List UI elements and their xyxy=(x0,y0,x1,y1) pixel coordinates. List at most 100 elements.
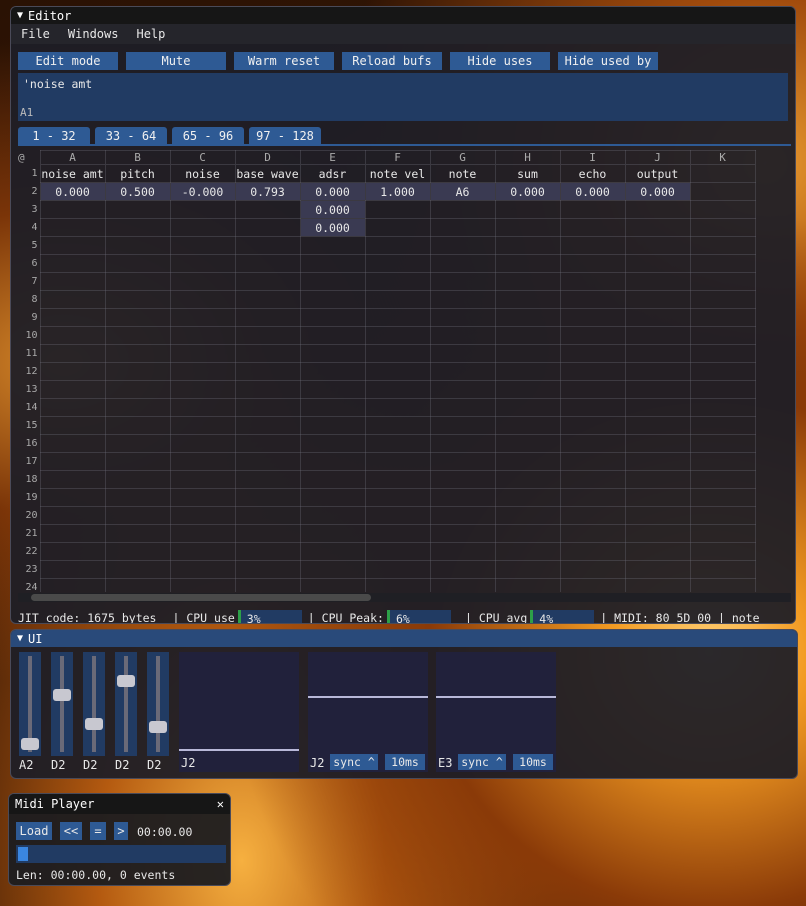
cell[interactable] xyxy=(299,398,366,417)
cell[interactable] xyxy=(169,218,236,237)
cell[interactable] xyxy=(39,218,106,237)
cell[interactable] xyxy=(429,506,496,525)
cell[interactable] xyxy=(364,290,431,309)
cell[interactable] xyxy=(234,452,301,471)
cell[interactable] xyxy=(624,470,691,489)
cell[interactable] xyxy=(104,578,171,592)
tab-rows-33-64[interactable]: 33 - 64 xyxy=(95,127,167,144)
cell[interactable] xyxy=(39,434,106,453)
cell[interactable] xyxy=(169,506,236,525)
cell[interactable] xyxy=(104,542,171,561)
cell[interactable] xyxy=(169,236,236,255)
cell[interactable] xyxy=(689,398,756,417)
cell[interactable] xyxy=(169,290,236,309)
cell[interactable] xyxy=(689,542,756,561)
cell[interactable] xyxy=(559,254,626,273)
slider-knob[interactable] xyxy=(21,737,39,750)
cell-d1[interactable]: base wave xyxy=(234,164,301,183)
cell[interactable] xyxy=(39,416,106,435)
cell[interactable] xyxy=(429,362,496,381)
cell[interactable] xyxy=(234,380,301,399)
cell[interactable] xyxy=(559,344,626,363)
cell[interactable] xyxy=(689,326,756,345)
cell[interactable] xyxy=(429,218,496,237)
cell[interactable] xyxy=(624,452,691,471)
cell[interactable] xyxy=(234,434,301,453)
vertical-slider[interactable] xyxy=(147,652,169,756)
cell[interactable] xyxy=(299,506,366,525)
column-header[interactable]: H xyxy=(494,150,561,165)
cell[interactable] xyxy=(494,434,561,453)
cell-b1[interactable]: pitch xyxy=(104,164,171,183)
cell[interactable] xyxy=(39,506,106,525)
cell[interactable] xyxy=(299,578,366,592)
column-header[interactable]: G xyxy=(429,150,496,165)
cell[interactable] xyxy=(429,416,496,435)
cell[interactable] xyxy=(39,200,106,219)
collapse-triangle-icon[interactable]: ▼ xyxy=(17,633,23,644)
cell[interactable] xyxy=(234,344,301,363)
cell[interactable] xyxy=(169,254,236,273)
cell[interactable] xyxy=(494,200,561,219)
cell[interactable] xyxy=(104,452,171,471)
cell-k1[interactable] xyxy=(689,164,756,183)
cell[interactable] xyxy=(299,434,366,453)
cell[interactable] xyxy=(299,236,366,255)
cell[interactable] xyxy=(624,290,691,309)
cell[interactable] xyxy=(559,398,626,417)
cell[interactable] xyxy=(429,398,496,417)
cell[interactable] xyxy=(299,470,366,489)
cell-i1[interactable]: echo xyxy=(559,164,626,183)
menu-windows[interactable]: Windows xyxy=(68,27,119,41)
cell[interactable] xyxy=(689,254,756,273)
cell[interactable] xyxy=(429,290,496,309)
cell[interactable] xyxy=(169,452,236,471)
cell[interactable] xyxy=(39,470,106,489)
cell[interactable] xyxy=(104,290,171,309)
slider-knob[interactable] xyxy=(149,720,167,733)
cell[interactable] xyxy=(169,344,236,363)
cell[interactable] xyxy=(624,416,691,435)
cell[interactable] xyxy=(559,488,626,507)
cell[interactable] xyxy=(39,308,106,327)
cell-h2[interactable]: 0.000 xyxy=(494,182,561,201)
reload-bufs-button[interactable]: Reload bufs xyxy=(342,52,442,70)
cell[interactable] xyxy=(689,236,756,255)
cell[interactable] xyxy=(624,344,691,363)
cell[interactable] xyxy=(624,236,691,255)
cell[interactable] xyxy=(559,326,626,345)
cell[interactable] xyxy=(494,308,561,327)
cell[interactable] xyxy=(559,416,626,435)
cell[interactable] xyxy=(169,578,236,592)
cell[interactable] xyxy=(559,542,626,561)
hide-used-by-button[interactable]: Hide used by xyxy=(558,52,658,70)
cell[interactable] xyxy=(494,560,561,579)
cell[interactable] xyxy=(364,506,431,525)
cell[interactable] xyxy=(299,524,366,543)
cell[interactable] xyxy=(689,308,756,327)
cell[interactable] xyxy=(39,272,106,291)
cell[interactable] xyxy=(39,380,106,399)
cell[interactable] xyxy=(429,434,496,453)
cell[interactable] xyxy=(169,326,236,345)
cell[interactable] xyxy=(299,560,366,579)
stop-button[interactable]: = xyxy=(90,822,106,840)
cell-d2[interactable]: 0.793 xyxy=(234,182,301,201)
cell[interactable] xyxy=(494,398,561,417)
cell-c2[interactable]: -0.000 xyxy=(169,182,236,201)
cell[interactable] xyxy=(494,362,561,381)
cell[interactable] xyxy=(559,290,626,309)
cell[interactable] xyxy=(299,488,366,507)
cell[interactable] xyxy=(104,470,171,489)
cell[interactable] xyxy=(234,272,301,291)
cell[interactable] xyxy=(429,236,496,255)
cell-h1[interactable]: sum xyxy=(494,164,561,183)
cell[interactable] xyxy=(169,398,236,417)
cell[interactable] xyxy=(559,362,626,381)
cell[interactable] xyxy=(104,236,171,255)
cell[interactable] xyxy=(104,434,171,453)
cell[interactable] xyxy=(104,218,171,237)
cell[interactable] xyxy=(39,560,106,579)
cell[interactable] xyxy=(429,308,496,327)
cell[interactable] xyxy=(234,200,301,219)
